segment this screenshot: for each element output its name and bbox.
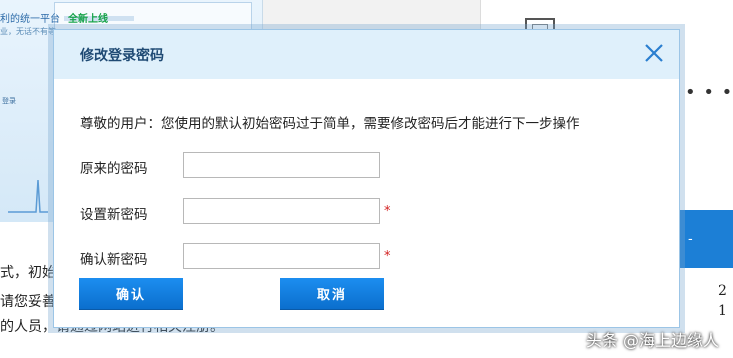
confirm-password-label: 确认新密码 [80,252,148,268]
thumbnail-subtitle: 业，无话不有等 [0,27,56,36]
background-text-line: 式，初始 [0,265,56,281]
dialog-title: 修改登录密码 [80,48,164,64]
confirm-password-input[interactable] [183,243,380,269]
background-right-text: 2 [718,283,727,299]
thumbnail-chart-icon [8,179,48,213]
required-mark: * [384,204,391,219]
old-password-input[interactable] [183,152,380,178]
thumbnail-title: 利的统一平台 全新上线 [0,14,108,25]
old-password-label: 原来的密码 [80,161,148,177]
background-right-text: 1 [718,303,727,319]
band-text: - [688,232,693,247]
password-notice: 尊敬的用户：您使用的默认初始密码过于简单，需要修改密码后才能进行下一步操作 [80,116,580,132]
background-text-line: 请您妥善 [0,294,56,310]
required-mark: * [384,249,391,264]
watermark: 头条 @海上边缘人 [585,331,719,350]
confirm-button[interactable]: 确认 [79,278,183,309]
dialog-header: 修改登录密码 [54,30,679,79]
new-password-input[interactable] [183,198,380,224]
close-button[interactable] [643,42,665,64]
thumbnail-label: 登录 [2,97,16,105]
change-password-dialog: 修改登录密码 尊敬的用户：您使用的默认初始密码过于简单，需要修改密码后才能进行下… [53,29,680,328]
cancel-button[interactable]: 取消 [280,278,384,309]
close-icon [645,44,663,62]
more-dots: • • • [685,82,733,103]
new-password-label: 设置新密码 [80,207,148,223]
